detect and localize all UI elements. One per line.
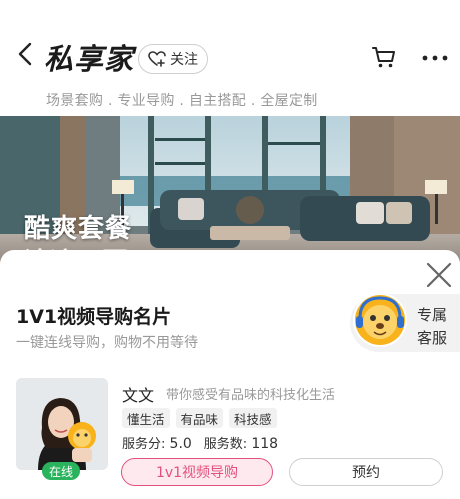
service-count-value: 118 — [251, 436, 279, 452]
follow-label: 关注 — [170, 52, 198, 68]
online-status-badge: 在线 — [42, 462, 80, 480]
hero-banner[interactable]: 酷爽套餐 清凉一夏 — [0, 116, 460, 266]
follow-button[interactable]: 关注 — [138, 44, 208, 74]
video-guide-button[interactable]: 1v1视频导购 — [121, 458, 273, 486]
service-label-line2: 客服 — [417, 329, 448, 347]
service-label-line1: 专属 — [417, 306, 448, 324]
guide-photo — [16, 378, 108, 470]
cart-icon[interactable] — [371, 44, 397, 70]
guide-tag: 科技感 — [229, 408, 277, 428]
banner-headline: 酷爽套餐 — [24, 214, 133, 244]
service-count-label: 服务数: — [203, 437, 248, 452]
book-button[interactable]: 预约 — [289, 458, 443, 486]
guide-name: 文文 — [122, 386, 155, 405]
guide-stats: 服务分: 5.0 服务数: 118 — [122, 433, 278, 452]
sheet-title: 1V1视频导购名片 — [16, 306, 172, 328]
heart-plus-icon — [148, 51, 166, 67]
top-bar: 私享家 关注 — [0, 0, 460, 86]
back-arrow-icon[interactable] — [14, 40, 36, 68]
slogan-text: 场景套购 . 专业导购 . 自主搭配 . 全屋定制 — [46, 93, 318, 109]
close-icon[interactable] — [424, 260, 454, 290]
service-score: 服务分: 5.0 — [122, 433, 192, 452]
guide-tagline: 带你感受有品味的科技化生活 — [166, 388, 336, 403]
guide-tag: 有品味 — [175, 408, 224, 428]
guide-tags: 懂生活 有品味 科技感 — [122, 408, 277, 428]
brand-logo: 私享家 — [44, 42, 135, 76]
service-score-label: 服务分: — [122, 437, 166, 452]
service-score-value: 5.0 — [169, 436, 192, 452]
guide-tag: 懂生活 — [122, 408, 170, 428]
sheet-subtitle: 一键连线导购，购物不用等待 — [16, 335, 198, 351]
mascot-icon — [353, 293, 407, 347]
exclusive-service-label: 专属 客服 — [417, 304, 447, 350]
more-dots-icon[interactable] — [422, 55, 448, 61]
guide-avatar[interactable] — [16, 378, 108, 470]
video-guide-sheet: 1V1视频导购名片 一键连线导购，购物不用等待 专属 客服 在线 文文 带你感受… — [0, 250, 460, 499]
service-count: 服务数: 118 — [204, 433, 278, 452]
